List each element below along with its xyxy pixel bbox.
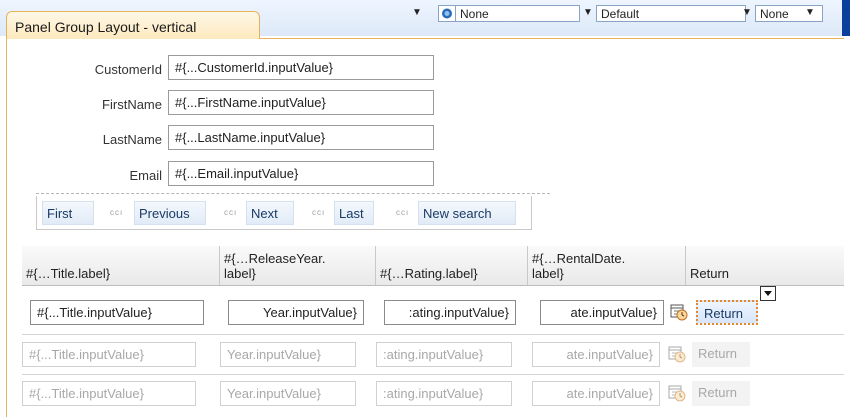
return-button[interactable]: Return bbox=[692, 381, 750, 406]
title-input[interactable]: #{...Title.inputValue} bbox=[22, 342, 196, 367]
first-button[interactable]: First bbox=[42, 201, 94, 225]
return-button[interactable]: Return bbox=[696, 300, 758, 325]
calendar-clock-icon[interactable] bbox=[668, 384, 686, 402]
chevron-down-icon[interactable]: ▼ bbox=[412, 7, 422, 18]
chevron-down-icon[interactable]: ▼ bbox=[742, 7, 752, 18]
chevron-down-icon[interactable] bbox=[760, 286, 776, 301]
last-name-field[interactable]: #{...LastName.inputValue} bbox=[168, 125, 434, 150]
customer-id-field[interactable]: #{...CustomerId.inputValue} bbox=[168, 55, 434, 80]
email-field[interactable]: #{...Email.inputValue} bbox=[168, 161, 434, 186]
rental-date-input[interactable]: ate.inputValue} bbox=[532, 381, 660, 406]
table-row-divider bbox=[22, 374, 844, 375]
release-year-input[interactable]: Year.inputValue} bbox=[220, 381, 356, 406]
first-name-field[interactable]: #{...FirstName.inputValue} bbox=[168, 90, 434, 115]
style-dropdown-1[interactable]: None bbox=[455, 5, 580, 22]
chevron-down-icon[interactable]: ▼ bbox=[583, 7, 593, 18]
form-divider bbox=[36, 193, 550, 194]
last-name-label: LastName bbox=[102, 132, 162, 147]
nav-separator: ccı bbox=[110, 208, 124, 217]
nav-separator: ccı bbox=[224, 208, 238, 217]
last-button[interactable]: Last bbox=[334, 201, 374, 225]
nav-separator: ccı bbox=[312, 208, 326, 217]
rating-input[interactable]: :ating.inputValue} bbox=[376, 342, 512, 367]
column-header-rental-date[interactable]: #{…RentalDate. label} bbox=[528, 246, 686, 286]
panel-group-tab[interactable]: Panel Group Layout - vertical bbox=[6, 11, 260, 39]
customer-id-label: CustomerId bbox=[94, 62, 162, 77]
globe-icon[interactable] bbox=[438, 5, 456, 22]
previous-button[interactable]: Previous bbox=[134, 201, 206, 225]
column-header-rating[interactable]: #{…Rating.label} bbox=[376, 246, 528, 286]
rating-input[interactable]: :ating.inputValue} bbox=[384, 300, 516, 325]
nav-separator: ccı bbox=[396, 208, 410, 217]
rental-date-input[interactable]: ate.inputValue} bbox=[532, 342, 660, 367]
column-header-release-year[interactable]: #{…ReleaseYear. label} bbox=[220, 246, 376, 286]
calendar-clock-icon[interactable] bbox=[668, 345, 686, 363]
chevron-down-icon[interactable]: ▼ bbox=[805, 7, 815, 18]
column-header-title[interactable]: #{…Title.label} bbox=[22, 246, 220, 286]
email-label: Email bbox=[129, 168, 162, 183]
release-year-input[interactable]: Year.inputValue} bbox=[228, 300, 364, 325]
title-input[interactable]: #{...Title.inputValue} bbox=[30, 300, 204, 325]
rental-date-input[interactable]: ate.inputValue} bbox=[540, 300, 664, 325]
toolbar-edge bbox=[842, 0, 850, 36]
column-header-return[interactable]: Return bbox=[686, 246, 844, 286]
next-button[interactable]: Next bbox=[246, 201, 294, 225]
title-input[interactable]: #{...Title.inputValue} bbox=[22, 381, 196, 406]
release-year-input[interactable]: Year.inputValue} bbox=[220, 342, 356, 367]
first-name-label: FirstName bbox=[102, 97, 162, 112]
return-button[interactable]: Return bbox=[692, 342, 750, 367]
rating-input[interactable]: :ating.inputValue} bbox=[376, 381, 512, 406]
new-search-button[interactable]: New search bbox=[418, 201, 516, 225]
table-row-divider bbox=[22, 334, 844, 335]
style-dropdown-2[interactable]: Default bbox=[596, 5, 746, 22]
calendar-clock-icon[interactable] bbox=[670, 303, 688, 321]
panel-title: Panel Group Layout - vertical bbox=[15, 19, 197, 35]
